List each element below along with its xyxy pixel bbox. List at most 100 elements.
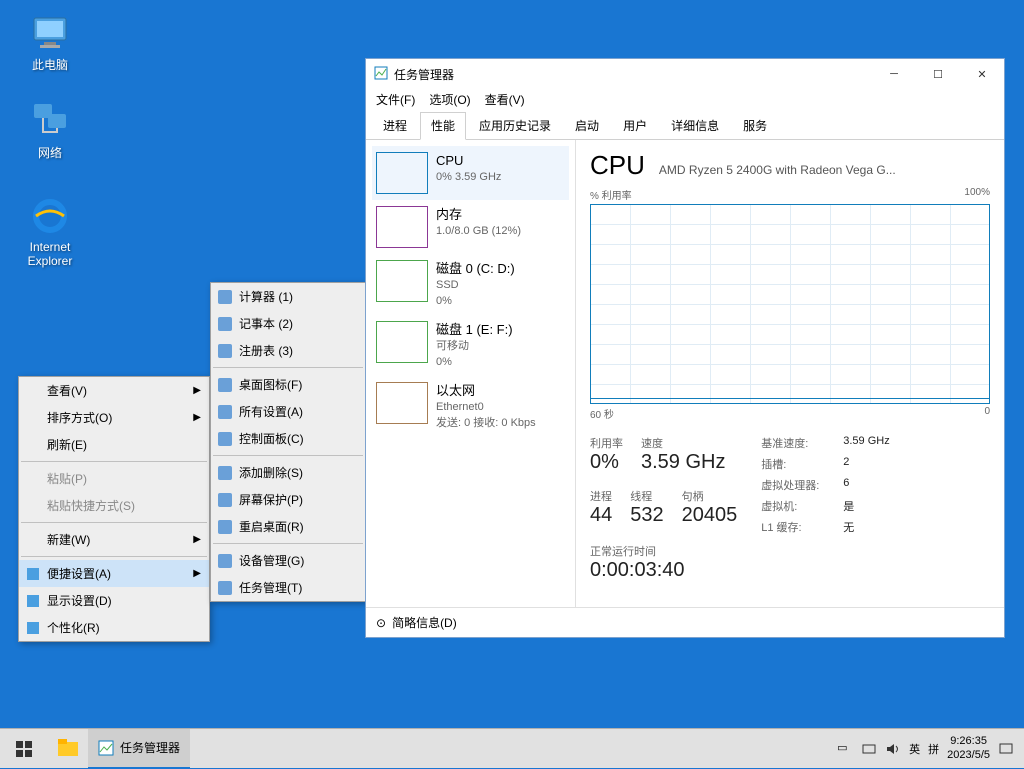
menu-item[interactable]: 显示设置(D) — [19, 587, 209, 614]
menu-view[interactable]: 查看(V) — [485, 91, 525, 108]
menu-item-label: 排序方式(O) — [47, 409, 112, 426]
menu-item-label: 添加删除(S) — [239, 464, 303, 481]
menu-item[interactable]: 查看(V)▶ — [19, 377, 209, 404]
menu-file[interactable]: 文件(F) — [376, 91, 415, 108]
tab-5[interactable]: 详细信息 — [660, 112, 730, 139]
maximize-button[interactable]: ☐ — [916, 59, 960, 89]
perf-item-disk[interactable]: 磁盘 1 (E: F:)可移动0% — [372, 315, 569, 376]
perf-sub2: 0% — [436, 294, 515, 309]
tab-1[interactable]: 性能 — [420, 112, 466, 140]
perf-item-cpu[interactable]: CPU0% 3.59 GHz — [372, 146, 569, 200]
menu-item[interactable]: 刷新(E) — [19, 431, 209, 458]
menu-item[interactable]: 个性化(R) — [19, 614, 209, 641]
graph-xright: 0 — [984, 406, 990, 421]
collapse-icon[interactable]: ⊙ — [376, 616, 386, 630]
stat-value: 2 — [843, 456, 849, 472]
mini-graph — [376, 382, 428, 424]
menu-item-label: 显示设置(D) — [47, 592, 112, 609]
menu-item[interactable]: 重启桌面(R) — [211, 513, 365, 540]
menu-item[interactable]: 记事本 (2) — [211, 310, 365, 337]
tray-notifications-icon[interactable] — [998, 741, 1014, 757]
taskmgr-icon — [374, 66, 388, 83]
menu-item-label: 注册表 (3) — [239, 342, 293, 359]
mini-graph — [376, 321, 428, 363]
perf-item-eth[interactable]: 以太网Ethernet0发送: 0 接收: 0 Kbps — [372, 376, 569, 437]
menu-item[interactable]: 控制面板(C) — [211, 425, 365, 452]
tab-6[interactable]: 服务 — [732, 112, 778, 139]
taskbar: 任务管理器 ▭ 英 拼 9:26:35 2023/5/5 — [0, 728, 1024, 768]
menu-item[interactable]: 任务管理(T) — [211, 574, 365, 601]
perf-sub: SSD — [436, 278, 515, 293]
footer-link[interactable]: 简略信息(D) — [392, 614, 457, 631]
menu-item[interactable]: 注册表 (3) — [211, 337, 365, 364]
stat-label: 虚拟机: — [761, 498, 831, 514]
menu-item: 粘贴快捷方式(S) — [19, 492, 209, 519]
tray-ime-lang[interactable]: 英 — [909, 741, 920, 757]
perf-sub: Ethernet0 — [436, 400, 536, 415]
tab-3[interactable]: 启动 — [564, 112, 610, 139]
menu-item-label: 任务管理(T) — [239, 579, 302, 596]
start-button[interactable] — [0, 729, 48, 769]
ie-icon — [30, 196, 70, 236]
pc-icon — [30, 12, 70, 52]
uptime-label: 正常运行时间 — [590, 543, 737, 559]
settings-icon — [217, 404, 233, 420]
perf-title: 磁盘 0 (C: D:) — [436, 260, 515, 278]
perf-heading: CPU — [590, 150, 645, 181]
desktop-icon-network[interactable]: 网络 — [12, 100, 88, 161]
tray-clock[interactable]: 9:26:35 2023/5/5 — [947, 735, 990, 761]
stat-label: 速度 — [641, 435, 725, 451]
menu-item[interactable]: 排序方式(O)▶ — [19, 404, 209, 431]
tray-volume-icon[interactable] — [885, 741, 901, 757]
perf-sub: 1.0/8.0 GB (12%) — [436, 224, 521, 239]
tab-strip: 进程性能应用历史记录启动用户详细信息服务 — [366, 110, 1004, 140]
menu-item-label: 计算器 (1) — [239, 288, 293, 305]
tab-2[interactable]: 应用历史记录 — [468, 112, 562, 139]
stat-label: 线程 — [630, 488, 663, 504]
perf-sub: 0% 3.59 GHz — [436, 170, 501, 185]
stat-value: 20405 — [682, 504, 738, 527]
desktop-icon-this-pc[interactable]: 此电脑 — [12, 12, 88, 73]
tray-chevron-icon[interactable]: ▭ — [837, 741, 853, 757]
menu-item[interactable]: 屏幕保护(P) — [211, 486, 365, 513]
settings-icon — [25, 566, 41, 582]
stat-value: 无 — [843, 519, 854, 535]
window-title: 任务管理器 — [394, 66, 872, 83]
stat-label: 句柄 — [682, 488, 738, 504]
menu-item[interactable]: 新建(W)▶ — [19, 526, 209, 553]
menu-item[interactable]: 所有设置(A) — [211, 398, 365, 425]
desktop-icon-ie[interactable]: Internet Explorer — [12, 196, 88, 268]
menu-item-label: 新建(W) — [47, 531, 90, 548]
notepad-icon — [217, 316, 233, 332]
tab-4[interactable]: 用户 — [612, 112, 658, 139]
graph-ylabel: % 利用率 — [590, 187, 632, 202]
tab-0[interactable]: 进程 — [372, 112, 418, 139]
window-titlebar[interactable]: 任务管理器 ─ ☐ ✕ — [366, 59, 1004, 89]
menu-item-label: 粘贴(P) — [47, 470, 87, 487]
perf-item-disk[interactable]: 磁盘 0 (C: D:)SSD0% — [372, 254, 569, 315]
taskmgr-footer: ⊙ 简略信息(D) — [366, 607, 1004, 637]
system-tray: ▭ 英 拼 9:26:35 2023/5/5 — [827, 735, 1024, 761]
graph-ymax: 100% — [964, 187, 990, 202]
taskbar-app-explorer[interactable] — [48, 729, 88, 769]
menu-options[interactable]: 选项(O) — [429, 91, 470, 108]
menu-item[interactable]: 桌面图标(F) — [211, 371, 365, 398]
menu-item[interactable]: 添加删除(S) — [211, 459, 365, 486]
stat-label: 利用率 — [590, 435, 623, 451]
taskbar-app-taskmgr[interactable]: 任务管理器 — [88, 729, 190, 769]
perf-item-mem[interactable]: 内存1.0/8.0 GB (12%) — [372, 200, 569, 254]
menu-item[interactable]: 计算器 (1) — [211, 283, 365, 310]
stat-value: 532 — [630, 504, 663, 527]
menu-item[interactable]: 设备管理(G) — [211, 547, 365, 574]
menu-item-label: 便捷设置(A) — [47, 565, 111, 582]
close-button[interactable]: ✕ — [960, 59, 1004, 89]
minimize-button[interactable]: ─ — [872, 59, 916, 89]
tray-ime-mode[interactable]: 拼 — [928, 741, 939, 757]
mini-graph — [376, 152, 428, 194]
tray-time: 9:26:35 — [947, 735, 990, 748]
tray-network-icon[interactable] — [861, 741, 877, 757]
display-icon — [25, 593, 41, 609]
menu-item[interactable]: 便捷设置(A)▶ — [19, 560, 209, 587]
quick-settings-submenu: 计算器 (1) 记事本 (2) 注册表 (3) 桌面图标(F)所有设置(A)控制面板(… — [210, 282, 366, 602]
menu-item-label: 粘贴快捷方式(S) — [47, 497, 135, 514]
